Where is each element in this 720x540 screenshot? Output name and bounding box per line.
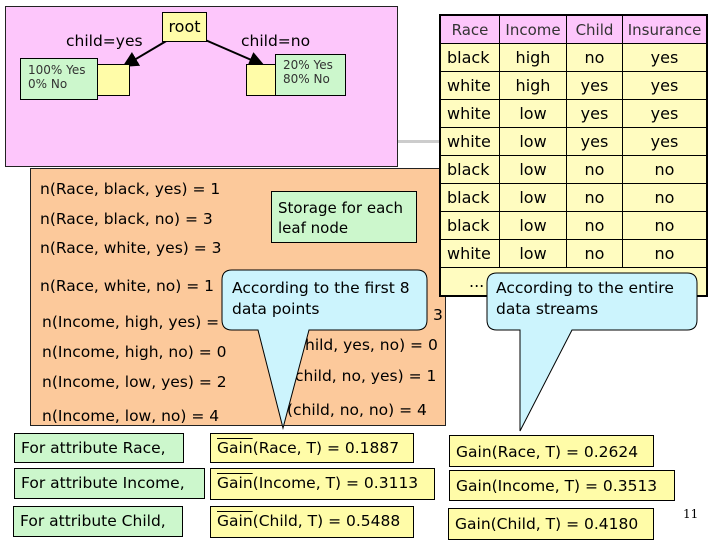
estimated-gain-income: Gain(Income, T) = 0.3113 — [210, 468, 435, 500]
attribute-label-income: For attribute Income, — [14, 468, 205, 499]
gain-word: Gain — [217, 439, 253, 457]
attribute-label-race: For attribute Race, — [14, 433, 184, 463]
estimated-gain-child: Gain(Child, T) = 0.5488 — [210, 506, 414, 538]
page-number: 11 — [683, 507, 699, 521]
gain-value: (Child, T) = 0.5488 — [252, 512, 401, 530]
true-gain-child: Gain(Child, T) = 0.4180 — [448, 508, 654, 540]
gain-value: (Race, T) = 0.1887 — [252, 439, 400, 457]
callout-right-text: According to the entire data streams — [496, 279, 674, 318]
estimated-gain-race: Gain(Race, T) = 0.1887 — [210, 433, 414, 463]
attribute-label-child: For attribute Child, — [13, 506, 183, 537]
true-gain-income: Gain(Income, T) = 0.3513 — [449, 470, 675, 501]
true-gain-race: Gain(Race, T) = 0.2624 — [449, 435, 654, 467]
gain-value: (Income, T) = 0.3113 — [252, 474, 419, 492]
gain-word: Gain — [217, 474, 253, 492]
callout-left-text: According to the first 8 data points — [232, 279, 410, 318]
gain-word: Gain — [217, 512, 253, 530]
